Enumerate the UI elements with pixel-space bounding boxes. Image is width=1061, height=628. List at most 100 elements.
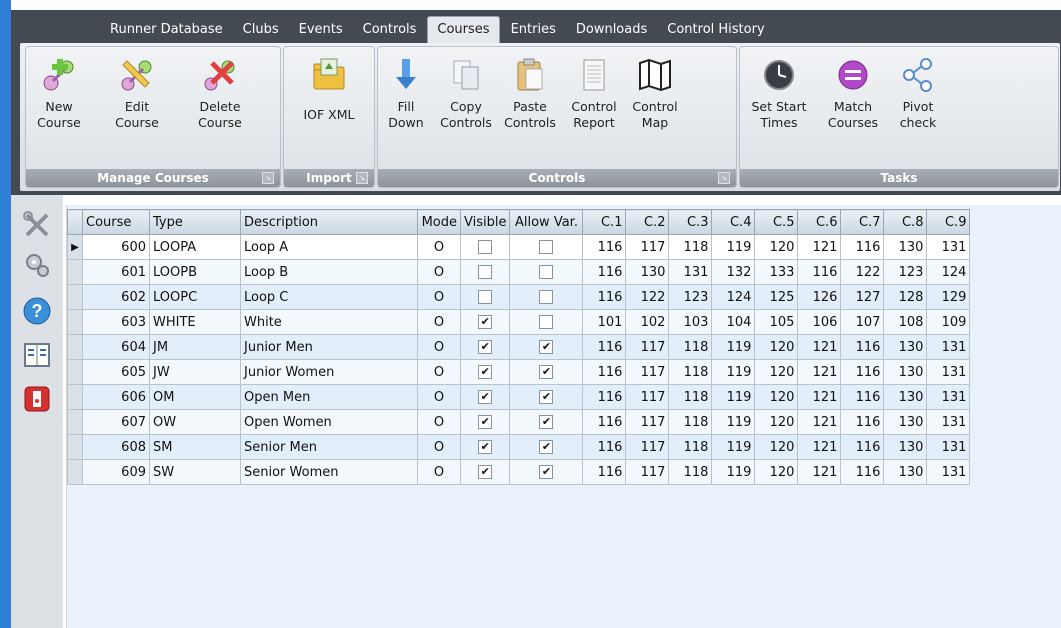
- control-cell[interactable]: 116: [840, 384, 885, 410]
- allow-var-cell[interactable]: ✔: [509, 434, 584, 460]
- course-cell[interactable]: 608: [82, 434, 150, 460]
- control-cell[interactable]: 116: [582, 434, 627, 460]
- tools-icon[interactable]: [19, 207, 55, 243]
- control-cell[interactable]: 105: [754, 309, 799, 335]
- control-cell[interactable]: 102: [625, 309, 670, 335]
- description-cell[interactable]: Open Men: [240, 384, 418, 410]
- control-cell[interactable]: 118: [668, 334, 713, 360]
- control-cell[interactable]: 130: [883, 409, 928, 435]
- column-header[interactable]: C.5: [754, 209, 799, 235]
- tab-clubs[interactable]: Clubs: [234, 17, 288, 43]
- table-row[interactable]: 607 OW Open Women O ✔ ✔ 116 117 118 119 120 121 116 1…: [67, 409, 971, 435]
- visible-cell[interactable]: ✔: [459, 409, 511, 435]
- control-cell[interactable]: 130: [883, 459, 928, 485]
- visible-cell[interactable]: ✔: [459, 359, 511, 385]
- control-cell[interactable]: 120: [754, 359, 799, 385]
- report-icon[interactable]: [19, 337, 55, 373]
- visible-cell[interactable]: ✔: [459, 334, 511, 360]
- control-cell[interactable]: 116: [797, 259, 842, 285]
- settings-gear-icon[interactable]: [19, 247, 55, 283]
- description-cell[interactable]: Senior Women: [240, 459, 418, 485]
- control-cell[interactable]: 124: [711, 284, 756, 310]
- allow-var-checkbox[interactable]: ✔: [539, 340, 554, 354]
- control-cell[interactable]: 121: [797, 434, 842, 460]
- control-cell[interactable]: 117: [625, 434, 670, 460]
- control-cell[interactable]: 131: [926, 459, 971, 485]
- allow-var-checkbox[interactable]: [539, 240, 554, 254]
- mode-cell[interactable]: O: [417, 434, 461, 460]
- description-cell[interactable]: Loop B: [240, 259, 418, 285]
- visible-checkbox[interactable]: ✔: [478, 440, 493, 454]
- visible-checkbox[interactable]: ✔: [478, 465, 493, 479]
- visible-checkbox[interactable]: ✔: [478, 340, 493, 354]
- course-cell[interactable]: 601: [82, 259, 150, 285]
- allow-var-cell[interactable]: [509, 234, 584, 260]
- control-cell[interactable]: 106: [797, 309, 842, 335]
- visible-checkbox[interactable]: ✔: [478, 365, 493, 379]
- control-cell[interactable]: 116: [582, 284, 627, 310]
- course-cell[interactable]: 604: [82, 334, 150, 360]
- mode-cell[interactable]: O: [417, 309, 461, 335]
- control-cell[interactable]: 117: [625, 234, 670, 260]
- row-selector[interactable]: [67, 259, 83, 285]
- control-cell[interactable]: 116: [840, 459, 885, 485]
- control-cell[interactable]: 131: [926, 359, 971, 385]
- control-cell[interactable]: 121: [797, 409, 842, 435]
- allow-var-checkbox[interactable]: ✔: [539, 440, 554, 454]
- control-cell[interactable]: 119: [711, 384, 756, 410]
- control-cell[interactable]: 116: [582, 384, 627, 410]
- control-cell[interactable]: 117: [625, 384, 670, 410]
- edit-course-button[interactable]: Edit Course: [106, 55, 168, 150]
- control-cell[interactable]: 116: [582, 334, 627, 360]
- control-cell[interactable]: 118: [668, 359, 713, 385]
- table-row[interactable]: 603 WHITE White O ✔ 101 102 103 104 105 106 107 108 1…: [67, 309, 971, 335]
- control-cell[interactable]: 121: [797, 359, 842, 385]
- row-selector[interactable]: [67, 434, 83, 460]
- allow-var-cell[interactable]: ✔: [509, 334, 584, 360]
- mode-cell[interactable]: O: [417, 334, 461, 360]
- row-selector[interactable]: [67, 309, 83, 335]
- control-cell[interactable]: 120: [754, 409, 799, 435]
- row-selector[interactable]: [67, 334, 83, 360]
- new-course-button[interactable]: New Course: [28, 55, 90, 150]
- mode-cell[interactable]: O: [417, 259, 461, 285]
- visible-cell[interactable]: [459, 234, 511, 260]
- tab-control-history[interactable]: Control History: [658, 17, 773, 43]
- control-cell[interactable]: 119: [711, 459, 756, 485]
- delete-course-button[interactable]: Delete Course: [189, 55, 251, 150]
- visible-cell[interactable]: [459, 284, 511, 310]
- control-cell[interactable]: 120: [754, 384, 799, 410]
- row-selector[interactable]: [67, 409, 83, 435]
- type-cell[interactable]: JW: [149, 359, 241, 385]
- table-row[interactable]: 606 OM Open Men O ✔ ✔ 116 117 118 119 120 121 116 130…: [67, 384, 971, 410]
- row-selector[interactable]: [67, 459, 83, 485]
- control-cell[interactable]: 123: [883, 259, 928, 285]
- control-cell[interactable]: 119: [711, 434, 756, 460]
- type-cell[interactable]: LOOPA: [149, 234, 241, 260]
- iof-xml-button[interactable]: IOF XML: [296, 55, 362, 150]
- paste-controls-button[interactable]: Paste Controls: [500, 55, 560, 150]
- control-cell[interactable]: 130: [883, 359, 928, 385]
- control-cell[interactable]: 130: [883, 234, 928, 260]
- control-cell[interactable]: 131: [926, 234, 971, 260]
- control-cell[interactable]: 131: [926, 384, 971, 410]
- control-cell[interactable]: 121: [797, 234, 842, 260]
- control-cell[interactable]: 120: [754, 334, 799, 360]
- current-row-pointer-icon[interactable]: ▶: [67, 234, 83, 260]
- allow-var-checkbox[interactable]: [539, 290, 554, 304]
- type-cell[interactable]: JM: [149, 334, 241, 360]
- description-cell[interactable]: White: [240, 309, 418, 335]
- visible-checkbox[interactable]: [478, 240, 493, 254]
- type-cell[interactable]: OW: [149, 409, 241, 435]
- control-cell[interactable]: 116: [582, 259, 627, 285]
- table-row[interactable]: 608 SM Senior Men O ✔ ✔ 116 117 118 119 120 121 116 1…: [67, 434, 971, 460]
- control-cell[interactable]: 117: [625, 459, 670, 485]
- type-cell[interactable]: SW: [149, 459, 241, 485]
- control-cell[interactable]: 103: [668, 309, 713, 335]
- control-cell[interactable]: 117: [625, 334, 670, 360]
- allow-var-checkbox[interactable]: [539, 315, 554, 329]
- control-cell[interactable]: 131: [668, 259, 713, 285]
- mode-cell[interactable]: O: [417, 284, 461, 310]
- tab-courses[interactable]: Courses: [427, 16, 500, 43]
- allow-var-cell[interactable]: [509, 259, 584, 285]
